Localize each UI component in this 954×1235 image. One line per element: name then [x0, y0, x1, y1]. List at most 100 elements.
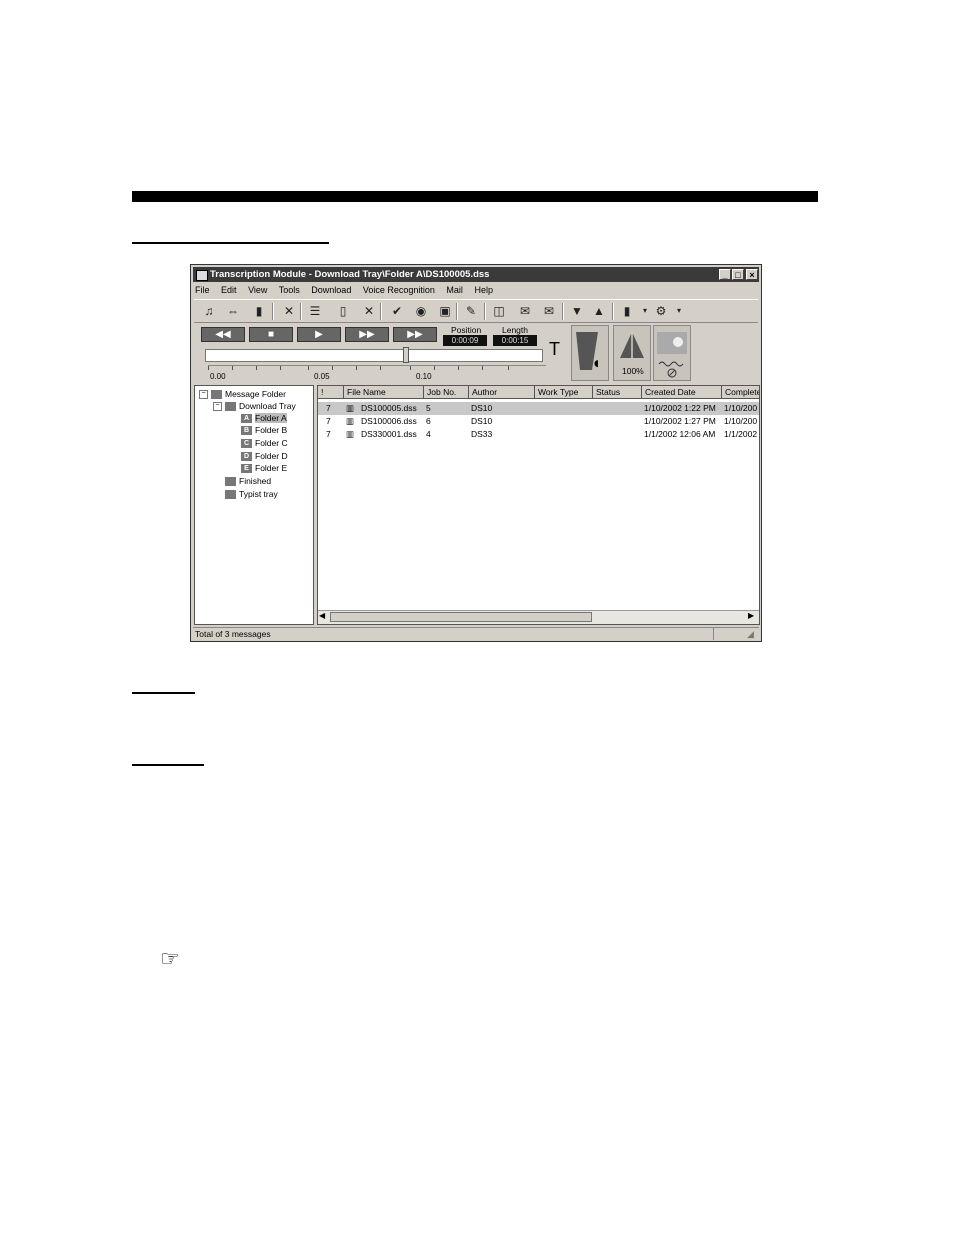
folder-e-icon: E: [241, 464, 252, 474]
status-text: Total of 3 messages: [195, 629, 271, 639]
collapse-icon[interactable]: −: [213, 402, 222, 412]
cancel-icon[interactable]: ✕: [360, 303, 378, 319]
tree-item-folder-b[interactable]: B Folder B: [241, 424, 287, 436]
file-list: ! File Name Job No. Author Work Type Sta…: [317, 385, 760, 625]
ruler-label: 0.05: [314, 372, 330, 381]
maximize-button[interactable]: □: [732, 269, 744, 280]
tree-item-folder-c[interactable]: C Folder C: [241, 437, 288, 449]
insert-icon[interactable]: ⇔: [224, 303, 242, 319]
tree-item-download-tray[interactable]: − Download Tray: [213, 400, 296, 412]
device-icon[interactable]: ▮: [618, 303, 636, 319]
menu-download[interactable]: Download: [311, 285, 351, 295]
scroll-left-icon[interactable]: ◀: [319, 611, 325, 620]
menu-tools[interactable]: Tools: [279, 285, 300, 295]
column-header-completed[interactable]: Complete: [722, 386, 759, 399]
toolbar: ♫ ⇔ ▮ ✕ ☰ ▯ ✕ ✔ ◉ ▣ ✎ ◫ ✉ ✉ ▼ ▲ ▮ ▾ ⚙ ▾: [194, 299, 758, 323]
book-icon[interactable]: ▣: [436, 303, 454, 319]
tree-item-folder-e[interactable]: E Folder E: [241, 462, 287, 474]
position-slider-thumb[interactable]: [403, 347, 409, 363]
resize-grip-icon[interactable]: ◢: [747, 628, 754, 640]
horizontal-scrollbar[interactable]: ◀ ▶: [318, 610, 759, 624]
stop-button[interactable]: ■: [249, 327, 293, 342]
title-bar[interactable]: Transcription Module - Download Tray\Fol…: [193, 267, 759, 282]
dictate-icon[interactable]: ♫: [200, 303, 218, 319]
menu-voice-recognition[interactable]: Voice Recognition: [363, 285, 435, 295]
finish-icon[interactable]: ◉: [412, 303, 430, 319]
section-underline: [132, 242, 329, 244]
folder-c-icon: C: [241, 439, 252, 449]
move-icon[interactable]: ▯: [334, 303, 352, 319]
menu-view[interactable]: View: [248, 285, 267, 295]
status-bar: Total of 3 messages ◢: [193, 627, 759, 640]
play-button[interactable]: ▶: [297, 327, 341, 342]
scroll-right-icon[interactable]: ▶: [748, 611, 754, 620]
menu-edit[interactable]: Edit: [221, 285, 237, 295]
column-header-created-date[interactable]: Created Date: [642, 386, 722, 399]
mail-send-icon[interactable]: ✉: [516, 303, 534, 319]
tray-icon: [225, 402, 236, 412]
attach-icon[interactable]: ▮: [250, 303, 268, 319]
voice-recognition-icon[interactable]: ✎: [462, 303, 480, 319]
menu-bar: File Edit View Tools Download Voice Reco…: [195, 283, 502, 297]
folder-icon: [211, 390, 222, 400]
next-button[interactable]: ▶▶: [393, 327, 437, 342]
table-row[interactable]: 7 ▥ DS100006.dss 6 DS10 1/10/2002 1:27 P…: [318, 415, 759, 428]
column-header-job-no[interactable]: Job No.: [424, 386, 469, 399]
pointing-hand-icon: ☞: [160, 946, 180, 971]
table-row[interactable]: 7 ▥ DS330001.dss 4 DS33 1/1/2002 12:06 A…: [318, 428, 759, 441]
column-header-file-name[interactable]: File Name: [344, 386, 424, 399]
fast-forward-button[interactable]: ▶▶: [345, 327, 389, 342]
download-icon[interactable]: ▼: [568, 303, 586, 319]
split-view-icon[interactable]: ◫: [490, 303, 508, 319]
minimize-button[interactable]: _: [719, 269, 731, 280]
time-ruler: 0.00 0.05 0.10: [208, 365, 546, 382]
collapse-icon[interactable]: −: [199, 390, 208, 400]
ruler-label: 0.10: [416, 372, 432, 381]
rewind-button[interactable]: ◀◀: [201, 327, 245, 342]
column-header-priority[interactable]: !: [318, 386, 344, 399]
dss-file-icon: ▥: [346, 429, 355, 439]
tree-item-typist-tray[interactable]: Typist tray: [225, 488, 278, 500]
check-icon[interactable]: ✔: [388, 303, 406, 319]
speed-control[interactable]: 100%: [613, 325, 651, 381]
table-row[interactable]: 7 ▥ DS100005.dss 5 DS10 1/10/2002 1:22 P…: [318, 402, 759, 415]
tree-item-message-folder[interactable]: − Message Folder: [199, 388, 286, 400]
folder-a-icon: A: [241, 414, 252, 424]
app-icon: [196, 270, 208, 281]
dss-file-icon: ▥: [346, 403, 355, 413]
tone-icon[interactable]: T: [549, 339, 560, 360]
transcription-window: Transcription Module - Download Tray\Fol…: [190, 264, 762, 642]
noise-cancel-icon: [657, 332, 687, 378]
tree-item-finished[interactable]: Finished: [225, 475, 271, 487]
column-header-author[interactable]: Author: [469, 386, 535, 399]
section-underline: [132, 692, 195, 694]
length-label: Length: [502, 325, 528, 335]
folder-tree: − Message Folder − Download Tray A Folder A…: [194, 385, 314, 625]
position-display: 0:00:09: [443, 335, 487, 346]
menu-file[interactable]: File: [195, 285, 210, 295]
upload-icon[interactable]: ▲: [590, 303, 608, 319]
mail-receive-icon[interactable]: ✉: [540, 303, 558, 319]
scroll-thumb[interactable]: [330, 612, 592, 622]
volume-icon: ◖: [576, 332, 599, 370]
volume-control[interactable]: ◖: [571, 325, 609, 381]
menu-mail[interactable]: Mail: [446, 285, 463, 295]
delete-icon[interactable]: ✕: [280, 303, 298, 319]
folder-b-icon: B: [241, 426, 252, 436]
column-header-work-type[interactable]: Work Type: [535, 386, 593, 399]
chevron-down-icon[interactable]: ▾: [670, 303, 688, 319]
menu-help[interactable]: Help: [474, 285, 493, 295]
folder-d-icon: D: [241, 452, 252, 462]
length-display: 0:00:15: [493, 335, 537, 346]
column-header-status[interactable]: Status: [593, 386, 642, 399]
properties-icon[interactable]: ☰: [306, 303, 324, 319]
tree-item-folder-a[interactable]: A Folder A: [241, 412, 287, 424]
close-button[interactable]: ×: [746, 269, 758, 280]
position-label: Position: [451, 325, 482, 335]
settings-icon[interactable]: ⚙: [652, 303, 670, 319]
typist-tray-icon: [225, 490, 236, 500]
dss-file-icon: ▥: [346, 416, 355, 426]
tree-item-folder-d[interactable]: D Folder D: [241, 450, 288, 462]
noise-cancel-control[interactable]: [653, 325, 691, 381]
position-slider-track[interactable]: [205, 349, 543, 362]
